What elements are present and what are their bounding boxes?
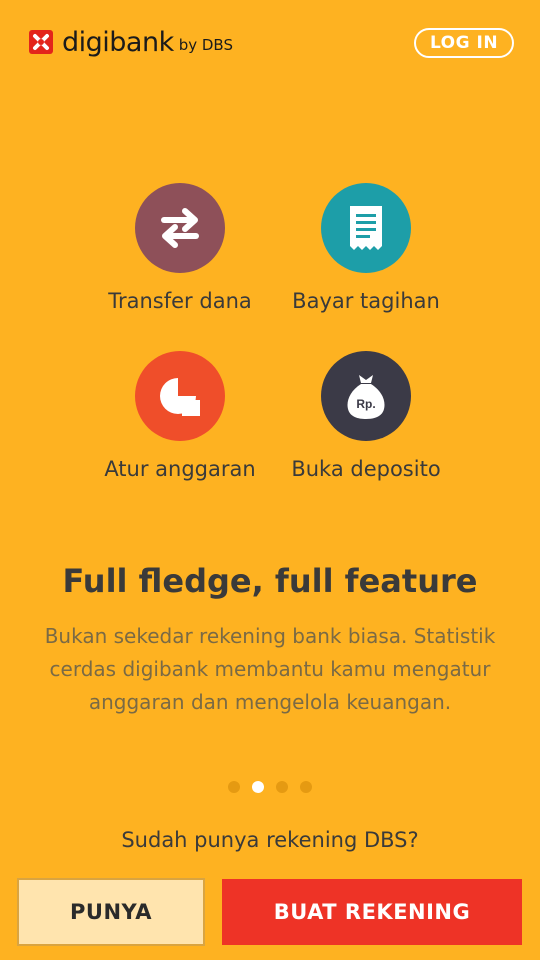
- headline: Full fledge, full feature: [62, 562, 478, 600]
- logo-text: digibank: [62, 26, 174, 58]
- feature-deposit: Rp. Buka deposito: [271, 351, 461, 481]
- feature-transfer: Transfer dana: [85, 183, 275, 313]
- transfer-arrows-icon: [161, 208, 199, 248]
- logo-suffix: by DBS: [178, 36, 233, 54]
- header: digibank by DBS LOG IN: [0, 0, 540, 84]
- page-dot-active[interactable]: [252, 781, 264, 793]
- feature-label-deposit: Buka deposito: [291, 457, 441, 481]
- transfer-circle: [135, 183, 225, 273]
- login-button[interactable]: LOG IN: [414, 28, 514, 58]
- feature-label-transfer: Transfer dana: [108, 289, 252, 313]
- account-question: Sudah punya rekening DBS?: [121, 828, 419, 852]
- pie-chart-icon: [160, 378, 200, 416]
- page-dot[interactable]: [300, 781, 312, 793]
- description: Bukan sekedar rekening bank biasa. Stati…: [44, 624, 496, 714]
- dbs-logo-icon: [29, 30, 53, 54]
- budget-circle: [135, 351, 225, 441]
- page-indicator[interactable]: [0, 781, 540, 793]
- receipt-icon: [350, 206, 382, 250]
- feature-label-budget: Atur anggaran: [104, 457, 256, 481]
- feature-bills: Bayar tagihan: [271, 183, 461, 313]
- bills-circle: [321, 183, 411, 273]
- deposit-circle: Rp.: [321, 351, 411, 441]
- deposit-icon-text: Rp.: [356, 397, 375, 411]
- have-account-button[interactable]: PUNYA: [17, 878, 205, 946]
- page-dot[interactable]: [276, 781, 288, 793]
- money-bag-icon: Rp.: [347, 375, 385, 419]
- feature-budget: Atur anggaran: [85, 351, 275, 481]
- feature-label-bills: Bayar tagihan: [292, 289, 440, 313]
- digibank-logo: digibank by DBS: [26, 24, 233, 60]
- page-dot[interactable]: [228, 781, 240, 793]
- create-account-button[interactable]: BUAT REKENING: [222, 879, 522, 945]
